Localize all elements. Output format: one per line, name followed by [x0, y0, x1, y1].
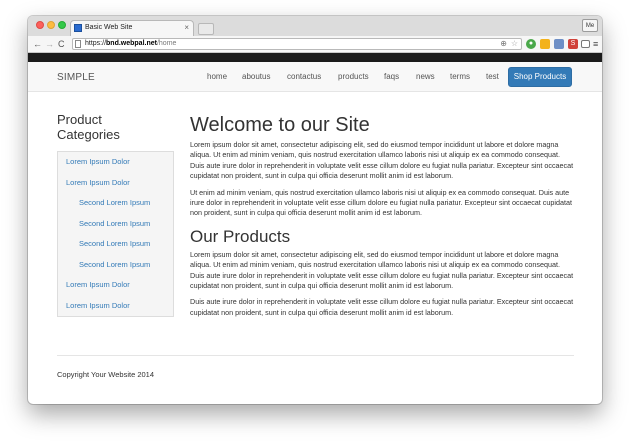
shop-products-button[interactable]: Shop Products: [508, 67, 572, 87]
tab-close-icon[interactable]: ×: [184, 21, 189, 35]
subcategory-item[interactable]: Second Lorem Ipsum: [58, 193, 173, 214]
products-paragraph-2: Duis aute irure dolor in reprehenderit i…: [190, 297, 574, 317]
sidebar-title: Product Categories: [57, 112, 120, 142]
profile-button[interactable]: Me: [582, 19, 598, 32]
tab-strip: Basic Web Site × Me: [28, 16, 602, 36]
nav-link-test[interactable]: test: [486, 72, 499, 81]
products-heading: Our Products: [190, 226, 291, 246]
browser-toolbar: ← → C https://bnd.webpal.net/home ⊕ ☆ ● …: [28, 36, 602, 53]
nav-link-contactus[interactable]: contactus: [287, 72, 321, 81]
site-brand[interactable]: SIMPLE: [57, 72, 95, 83]
page-title: Welcome to our Site: [190, 114, 370, 136]
products-paragraph: Lorem ipsum dolor sit amet, consectetur …: [190, 249, 574, 291]
nav-link-aboutus[interactable]: aboutus: [242, 72, 270, 81]
top-black-bar: [28, 53, 602, 62]
browser-window: Basic Web Site × Me ← → C https://bnd.we…: [28, 16, 602, 404]
zoom-icon[interactable]: ⊕: [500, 39, 507, 49]
extension-s-icon[interactable]: S: [568, 39, 578, 49]
extension-green-icon[interactable]: ●: [526, 39, 536, 49]
subcategory-item[interactable]: Second Lorem Ipsum: [58, 214, 173, 235]
address-bar[interactable]: https://bnd.webpal.net/home ⊕ ☆: [72, 38, 522, 50]
back-icon[interactable]: ←: [33, 38, 42, 50]
site-navbar: SIMPLE home aboutus contactus products f…: [28, 62, 602, 92]
footer-divider: [57, 355, 574, 356]
url-host: bnd.webpal.net: [106, 40, 157, 47]
intro-paragraph-2: Ut enim ad minim veniam, quis nostrud ex…: [190, 187, 572, 218]
nav-link-home[interactable]: home: [207, 72, 227, 81]
forward-icon[interactable]: →: [45, 38, 54, 50]
browser-menu-icon[interactable]: ≡: [593, 39, 598, 49]
category-item[interactable]: Lorem Ipsum Dolor: [58, 296, 173, 317]
reload-icon[interactable]: C: [58, 38, 65, 50]
extension-folder-icon[interactable]: [540, 39, 550, 49]
cast-icon[interactable]: [581, 40, 590, 48]
page-icon: [75, 40, 81, 48]
footer-copyright: Copyright Your Website 2014: [57, 370, 155, 379]
url-protocol: https://: [85, 40, 107, 47]
category-list: Lorem Ipsum Dolor Lorem Ipsum Dolor Seco…: [57, 151, 174, 317]
nav-link-news[interactable]: news: [416, 72, 435, 81]
extension-blue-icon[interactable]: [554, 39, 564, 49]
url-path: /home: [156, 40, 177, 47]
new-tab-button[interactable]: [198, 23, 214, 35]
minimize-window-icon[interactable]: [47, 21, 55, 29]
main-content: Welcome to our Site Lorem ipsum dolor si…: [190, 114, 574, 324]
zoom-window-icon[interactable]: [58, 21, 66, 29]
category-item[interactable]: Lorem Ipsum Dolor: [58, 275, 173, 296]
subcategory-item[interactable]: Second Lorem Ipsum: [58, 255, 173, 276]
close-window-icon[interactable]: [36, 21, 44, 29]
intro-paragraph: Lorem ipsum dolor sit amet, consectetur …: [190, 140, 574, 181]
category-item[interactable]: Lorem Ipsum Dolor: [58, 152, 173, 173]
nav-link-faqs[interactable]: faqs: [384, 72, 399, 81]
favicon-icon: [74, 24, 82, 32]
tab-title: Basic Web Site: [85, 24, 133, 31]
subcategory-item[interactable]: Second Lorem Ipsum: [58, 234, 173, 255]
nav-link-terms[interactable]: terms: [450, 72, 470, 81]
category-item[interactable]: Lorem Ipsum Dolor: [58, 173, 173, 194]
bookmark-star-icon[interactable]: ☆: [511, 39, 518, 49]
nav-link-products[interactable]: products: [338, 72, 369, 81]
browser-tab[interactable]: Basic Web Site ×: [70, 20, 194, 36]
